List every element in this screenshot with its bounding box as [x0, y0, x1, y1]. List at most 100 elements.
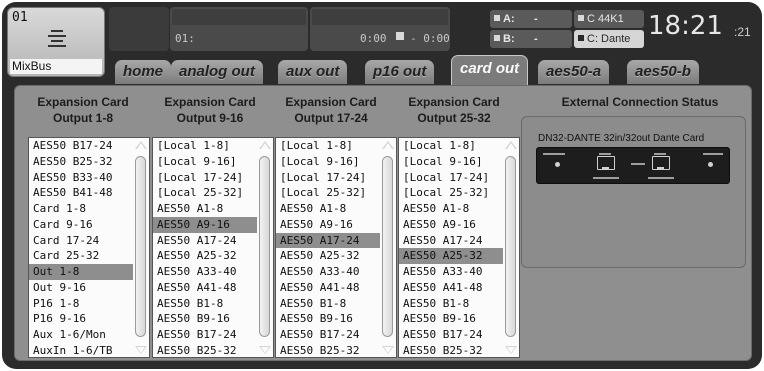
list-item[interactable]: [Local 17-24]: [153, 170, 257, 186]
list-rows: [Local 1-8] [Local 9-16] [Local 17-24] [Loc…: [276, 138, 396, 359]
scene-number: 01:: [175, 32, 195, 45]
list-item[interactable]: AES50 A1-8: [153, 201, 257, 217]
list-item[interactable]: AES50 B9-16: [276, 311, 380, 327]
ethernet-port-icon: [597, 156, 615, 170]
list-item[interactable]: Aux 1-6/Mon: [29, 327, 133, 343]
triangle-up-icon[interactable]: [505, 141, 517, 149]
list-item[interactable]: AES50 B9-16: [153, 311, 257, 327]
list-item[interactable]: AES50 A25-32: [153, 248, 257, 264]
aes50-a-status: A: -: [490, 10, 572, 28]
list-item[interactable]: AES50 A1-8: [399, 201, 503, 217]
triangle-up-icon[interactable]: [135, 141, 147, 149]
output-list-3[interactable]: [Local 1-8] [Local 9-16] [Local 17-24] [Loc…: [275, 137, 397, 358]
scrollbar[interactable]: [132, 138, 149, 357]
column-title-4: Expansion Card Output 25-32: [395, 94, 513, 126]
scroll-thumb[interactable]: [135, 156, 146, 337]
list-rows: [Local 1-8] [Local 9-16] [Local 17-24] [Loc…: [153, 138, 273, 359]
column-title-line: Expansion Card: [164, 95, 256, 109]
aes50-b-status: B: -: [490, 30, 572, 48]
triangle-down-icon[interactable]: [135, 346, 147, 354]
tab-aes50-b[interactable]: aes50-b: [627, 60, 699, 84]
playback-display[interactable]: 0:00 - 0:00: [310, 7, 450, 51]
output-list-4[interactable]: [Local 1-8] [Local 9-16] [Local 17-24] [Loc…: [398, 137, 520, 358]
list-item[interactable]: AES50 A25-32: [399, 248, 503, 264]
list-item[interactable]: Card 25-32: [29, 248, 133, 264]
card-logo-mark: [543, 153, 565, 155]
scene-display[interactable]: 01:: [170, 7, 308, 51]
list-item[interactable]: Card 9-16: [29, 217, 133, 233]
list-item[interactable]: AES50 B1-8: [276, 296, 380, 312]
list-item[interactable]: AES50 B33-40: [29, 170, 133, 186]
list-item[interactable]: AES50 A41-48: [276, 280, 380, 296]
stop-icon: [396, 32, 404, 40]
list-item[interactable]: AES50 B25-32: [29, 154, 133, 170]
list-item[interactable]: AES50 B1-8: [153, 296, 257, 312]
list-item[interactable]: Card 1-8: [29, 201, 133, 217]
list-item[interactable]: AES50 B17-24: [29, 138, 133, 154]
triangle-down-icon[interactable]: [505, 346, 517, 354]
list-item[interactable]: P16 9-16: [29, 311, 133, 327]
column-title-3: Expansion Card Output 17-24: [272, 94, 390, 126]
list-item[interactable]: AES50 A33-40: [276, 264, 380, 280]
list-item[interactable]: AES50 A9-16: [276, 217, 380, 233]
tab-aes50-a[interactable]: aes50-a: [538, 60, 610, 84]
list-item[interactable]: [Local 25-32]: [153, 185, 257, 201]
list-item[interactable]: [Local 9-16]: [276, 154, 380, 170]
list-item[interactable]: AES50 A33-40: [399, 264, 503, 280]
triangle-up-icon[interactable]: [382, 141, 394, 149]
scrollbar[interactable]: [256, 138, 273, 357]
list-item[interactable]: AES50 A25-32: [276, 248, 380, 264]
list-item[interactable]: AES50 A1-8: [276, 201, 380, 217]
list-item[interactable]: [Local 25-32]: [399, 185, 503, 201]
tab-analog-out[interactable]: analog out: [171, 60, 263, 84]
scrollbar[interactable]: [502, 138, 519, 357]
list-item[interactable]: AES50 A41-48: [399, 280, 503, 296]
list-item[interactable]: [Local 1-8]: [276, 138, 380, 154]
list-item[interactable]: [Local 17-24]: [399, 170, 503, 186]
scrollbar[interactable]: [379, 138, 396, 357]
list-item[interactable]: [Local 25-32]: [276, 185, 380, 201]
list-item[interactable]: AES50 B25-32: [276, 343, 380, 359]
list-item[interactable]: AES50 A9-16: [399, 217, 503, 233]
list-item[interactable]: [Local 1-8]: [399, 138, 503, 154]
scene-title-bar: [172, 9, 306, 25]
tab-home[interactable]: home: [115, 60, 172, 84]
list-item[interactable]: Out 9-16: [29, 280, 133, 296]
list-item[interactable]: AES50 B1-8: [399, 296, 503, 312]
scroll-thumb[interactable]: [505, 156, 516, 337]
triangle-up-icon[interactable]: [259, 141, 271, 149]
list-item[interactable]: AES50 A17-24: [276, 232, 380, 249]
scroll-thumb[interactable]: [382, 156, 393, 337]
list-item[interactable]: [Local 9-16]: [399, 154, 503, 170]
list-item[interactable]: AES50 B25-32: [399, 343, 503, 359]
channel-selector[interactable]: 01 MixBus: [7, 7, 105, 77]
tab-p16-out[interactable]: p16 out: [365, 60, 435, 84]
list-item[interactable]: AES50 B25-32: [153, 343, 257, 359]
ethernet-port-icon: [652, 156, 670, 170]
triangle-down-icon[interactable]: [259, 346, 271, 354]
list-item[interactable]: [Local 9-16]: [153, 154, 257, 170]
list-item[interactable]: Card 17-24: [29, 233, 133, 249]
scroll-thumb[interactable]: [259, 156, 270, 337]
list-item[interactable]: AES50 A17-24: [399, 233, 503, 249]
list-item[interactable]: AES50 A41-48: [153, 280, 257, 296]
list-item[interactable]: AES50 A33-40: [153, 264, 257, 280]
list-item[interactable]: AES50 B9-16: [399, 311, 503, 327]
triangle-down-icon[interactable]: [382, 346, 394, 354]
list-item[interactable]: Out 1-8: [29, 264, 133, 280]
list-item[interactable]: AuxIn 1-6/TB: [29, 343, 133, 359]
list-item[interactable]: [Local 1-8]: [153, 138, 257, 154]
list-item[interactable]: AES50 B17-24: [399, 327, 503, 343]
tab-card-out[interactable]: card out: [451, 55, 529, 85]
tab-aux-out[interactable]: aux out: [278, 60, 348, 84]
list-item[interactable]: AES50 B41-48: [29, 185, 133, 201]
output-list-1[interactable]: AES50 B17-24 AES50 B25-32 AES50 B33-40 AES5…: [28, 137, 150, 358]
output-list-2[interactable]: [Local 1-8] [Local 9-16] [Local 17-24] [Loc…: [152, 137, 274, 358]
list-item[interactable]: AES50 B17-24: [276, 327, 380, 343]
list-item[interactable]: P16 1-8: [29, 296, 133, 312]
list-item[interactable]: [Local 17-24]: [276, 170, 380, 186]
list-item[interactable]: AES50 A9-16: [153, 216, 257, 233]
channel-number: 01: [12, 10, 28, 25]
list-item[interactable]: AES50 B17-24: [153, 327, 257, 343]
list-item[interactable]: AES50 A17-24: [153, 233, 257, 249]
